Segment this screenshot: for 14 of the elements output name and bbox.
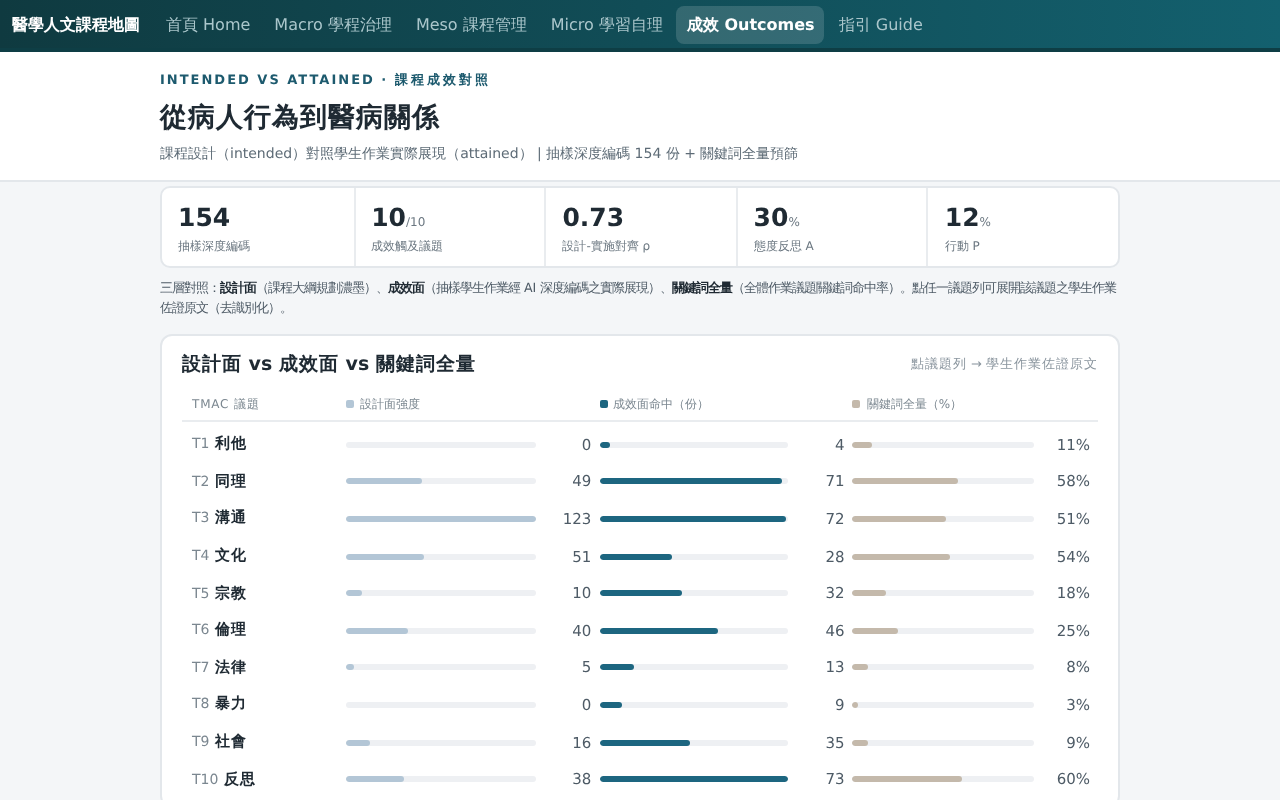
stat-value: 0.73	[562, 202, 625, 232]
stat-value: 30	[753, 202, 789, 232]
nav-tab[interactable]: 首頁 Home	[156, 5, 261, 43]
nav-tab[interactable]: Micro 學習自理	[540, 5, 673, 43]
chart-title: 設計面 vs 成效面 vs 關鍵詞全量	[182, 352, 476, 378]
nav-tab[interactable]: 指引 Guide	[828, 5, 933, 43]
nav-tab[interactable]: Macro 學程治理	[264, 5, 402, 43]
stat-value: 12	[944, 202, 980, 232]
nav-tab[interactable]: Meso 課程管理	[405, 5, 537, 43]
stat-value: 10	[371, 202, 406, 232]
stat-value: 154	[178, 202, 231, 232]
nav-tab[interactable]: 成效 Outcomes	[676, 5, 825, 43]
brand-title: 醫學人文課程地圖	[12, 13, 140, 35]
page-title: 從病人行為到醫病關係	[160, 100, 442, 136]
